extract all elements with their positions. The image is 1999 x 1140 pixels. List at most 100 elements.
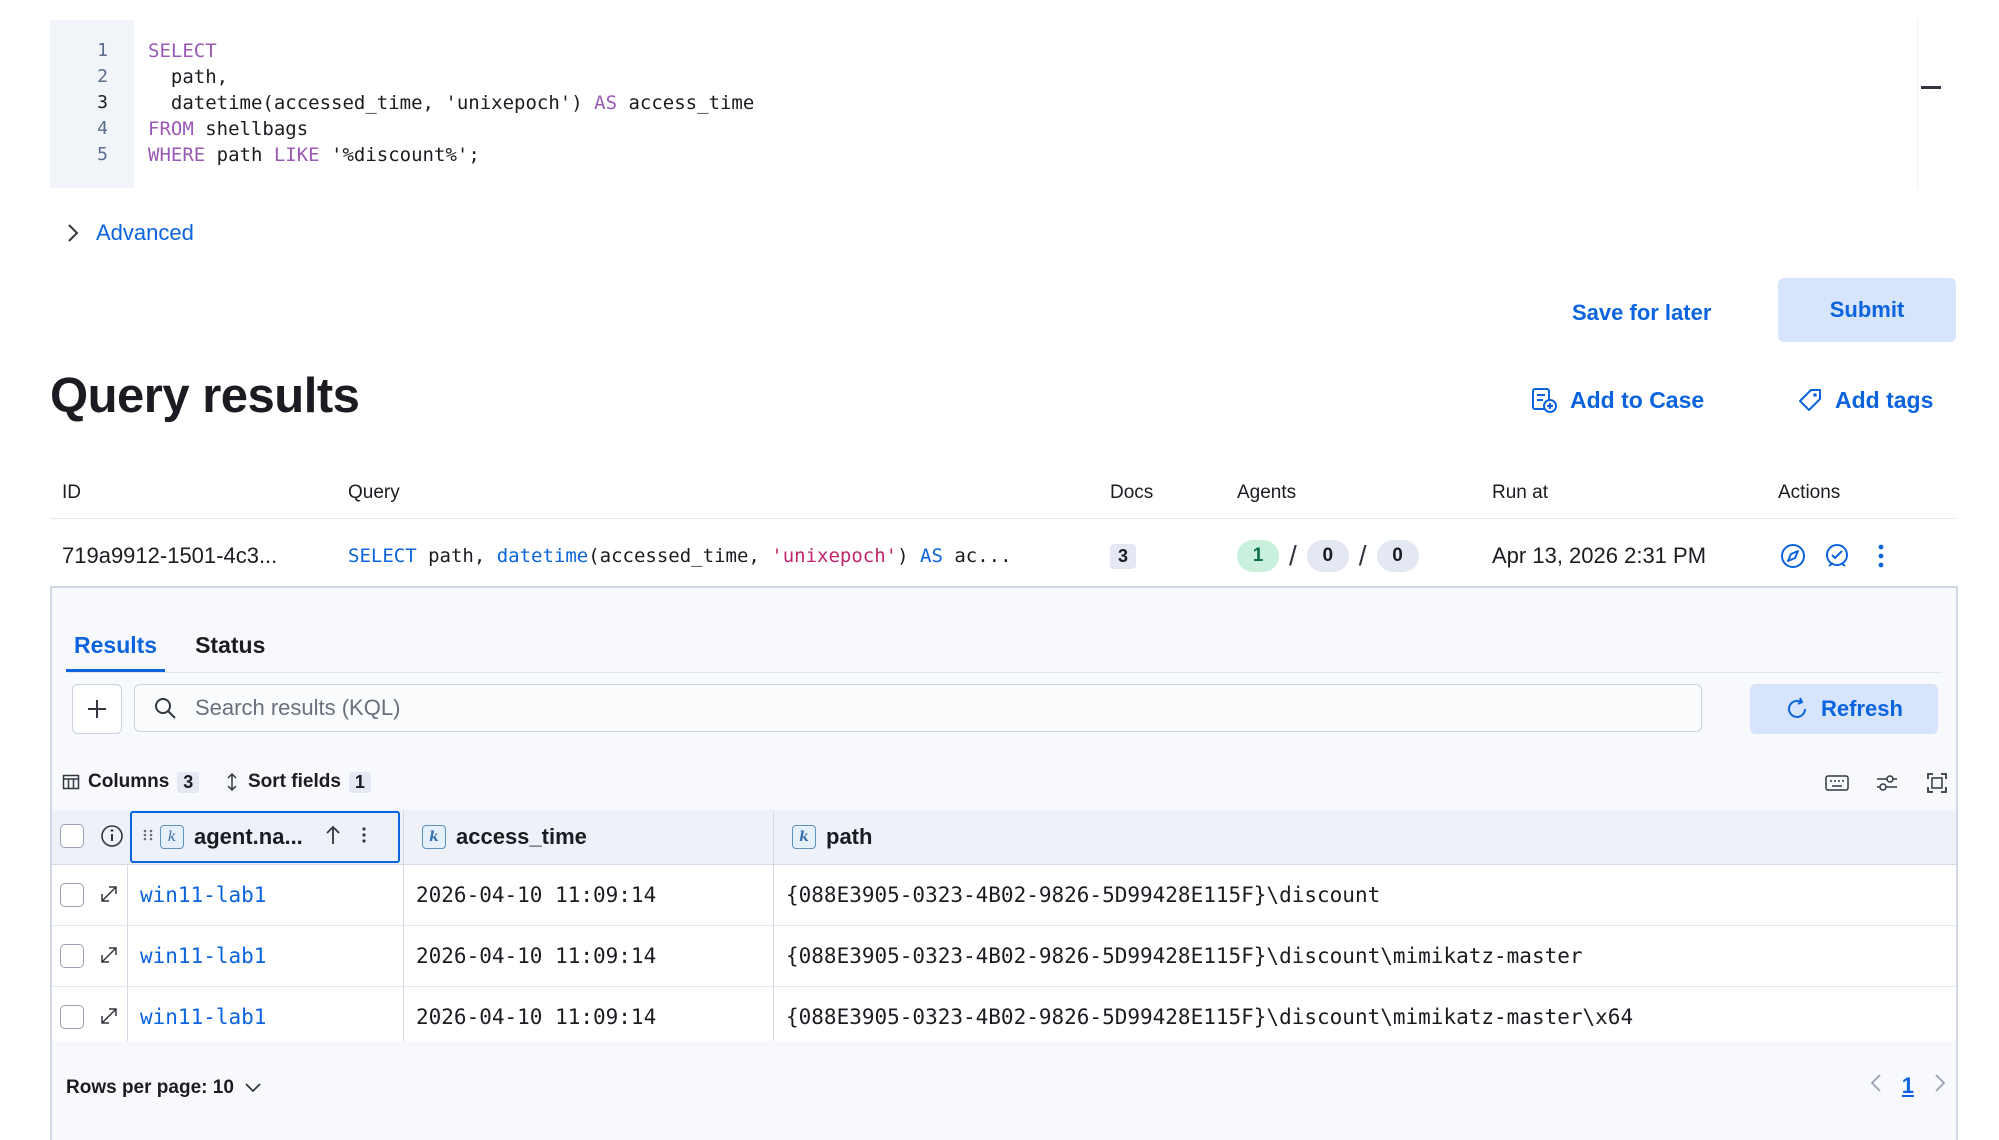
lens-icon[interactable]: [1822, 541, 1852, 571]
path-value: {088E3905-0323-4B02-9826-5D99428E115F}\d…: [786, 883, 1381, 907]
code-text: access_time: [617, 92, 755, 114]
search-bar[interactable]: [134, 684, 1702, 732]
rows-per-page-select[interactable]: Rows per page: 10: [66, 1077, 262, 1099]
tab-status[interactable]: Status: [187, 618, 273, 672]
search-input[interactable]: [193, 694, 1597, 722]
chevron-left-icon[interactable]: [1870, 1073, 1882, 1099]
column-header-path[interactable]: k path: [792, 810, 872, 864]
code-text: datetime(accessed_time, 'unixepoch'): [148, 92, 595, 114]
column-divider: [403, 865, 404, 925]
expand-icon[interactable]: [98, 944, 120, 971]
access-time-value: 2026-04-10 11:09:14: [416, 1005, 657, 1029]
row-checkbox[interactable]: [60, 1005, 84, 1029]
column-divider: [773, 926, 774, 986]
add-tags-button[interactable]: Add tags: [1797, 382, 1933, 418]
grid-toolbar: Columns 3 Sort fields 1: [62, 764, 1948, 800]
info-icon[interactable]: [100, 824, 124, 853]
column-actions-icon[interactable]: [361, 826, 367, 849]
sql-string: 'unixepoch': [771, 545, 898, 567]
separator: /: [1358, 540, 1367, 571]
submit-button[interactable]: Submit: [1778, 278, 1956, 342]
expand-icon[interactable]: [98, 883, 120, 910]
line-number: 1: [97, 40, 108, 61]
code-line-1[interactable]: SELECT: [148, 40, 217, 62]
table-row[interactable]: win11-lab1 2026-04-10 11:09:14 {088E3905…: [52, 926, 1956, 987]
discover-icon[interactable]: [1778, 541, 1808, 571]
rows-per-page-label: Rows per page: 10: [66, 1077, 234, 1098]
code-line-5[interactable]: WHERE path LIKE '%discount%';: [148, 144, 480, 166]
path-value: {088E3905-0323-4B02-9826-5D99428E115F}\d…: [786, 944, 1583, 968]
sort-fields-button[interactable]: Sort fields 1: [224, 764, 371, 800]
column-divider: [403, 987, 404, 1047]
sql-keyword: AS: [594, 92, 618, 114]
divider: [50, 518, 1956, 519]
select-all-checkbox[interactable]: [60, 824, 84, 848]
sort-fields-label: Sort fields: [248, 771, 341, 792]
tab-results[interactable]: Results: [66, 618, 166, 672]
separator: /: [1289, 540, 1297, 571]
display-settings-icon[interactable]: [1872, 768, 1902, 798]
column-header-access-time[interactable]: k access_time: [422, 810, 587, 864]
agent-name-link[interactable]: win11-lab1: [140, 987, 266, 1047]
advanced-toggle[interactable]: Advanced: [58, 218, 194, 248]
page-number[interactable]: 1: [1902, 1073, 1914, 1099]
row-checkbox[interactable]: [60, 944, 84, 968]
columns-icon: [62, 774, 80, 790]
keyword-field-icon: k: [422, 825, 446, 849]
line-number: 3: [97, 92, 108, 113]
access-time-value: 2026-04-10 11:09:14: [416, 944, 657, 968]
add-to-case-button[interactable]: Add to Case: [1530, 382, 1704, 418]
editor-scrollbar[interactable]: [1917, 20, 1941, 188]
save-for-later-button[interactable]: Save for later: [1572, 293, 1711, 333]
sql-keyword: LIKE: [273, 144, 320, 166]
more-vertical-icon[interactable]: [1866, 541, 1896, 571]
drag-handle-icon[interactable]: [142, 828, 154, 847]
code-line-2[interactable]: path,: [148, 66, 228, 88]
column-header-id: ID: [62, 482, 81, 503]
fullscreen-icon[interactable]: [1922, 768, 1952, 798]
code-text: path: [205, 144, 274, 166]
docs-count-badge: 3: [1110, 543, 1137, 569]
line-number: 5: [97, 144, 108, 165]
sort-count-badge: 1: [348, 771, 371, 793]
code-line-3[interactable]: datetime(accessed_time, 'unixepoch') AS …: [148, 92, 754, 114]
query-preview: SELECT path, datetime (accessed_time, 'un…: [348, 540, 1012, 572]
columns-button[interactable]: Columns 3: [62, 764, 200, 800]
code-line-4[interactable]: FROM shellbags: [148, 118, 308, 140]
query-id: 719a9912-1501-4c3...: [62, 543, 278, 568]
chevron-down-icon: [245, 1083, 261, 1093]
scrollbar-thumb[interactable]: [1921, 86, 1941, 89]
add-filter-button[interactable]: [72, 684, 122, 734]
sql-keyword: AS: [920, 545, 943, 567]
code-text: ac...: [942, 545, 1012, 567]
add-to-case-icon: [1532, 388, 1557, 413]
column-header-run-at: Run at: [1492, 482, 1548, 503]
grid-header-row: k agent.na... k access_time k path: [52, 810, 1956, 865]
sql-keyword: SELECT: [148, 40, 217, 62]
column-divider: [127, 926, 128, 986]
code-editor[interactable]: 1 2 3 4 5 SELECT path, datetime(accessed…: [50, 20, 1941, 188]
column-label: path: [826, 824, 873, 849]
keyboard-icon[interactable]: [1822, 768, 1852, 798]
table-row[interactable]: win11-lab1 2026-04-10 11:09:14 {088E3905…: [52, 865, 1956, 926]
agent-name-link[interactable]: win11-lab1: [140, 926, 266, 986]
run-at: Apr 13, 2026 2:31 PM: [1492, 543, 1707, 568]
agents-cell: 1 / 0 / 0: [1237, 540, 1419, 572]
column-divider: [403, 926, 404, 986]
column-header-agent-name[interactable]: k agent.na...: [130, 811, 400, 863]
chevron-right-icon[interactable]: [1934, 1073, 1946, 1099]
keyword-field-icon: k: [792, 825, 816, 849]
agent-name-link[interactable]: win11-lab1: [140, 865, 266, 925]
sql-keyword: FROM: [148, 118, 194, 140]
refresh-label: Refresh: [1821, 696, 1903, 721]
code-text: shellbags: [193, 118, 309, 140]
column-divider: [127, 987, 128, 1047]
table-row[interactable]: win11-lab1 2026-04-10 11:09:14 {088E3905…: [52, 987, 1956, 1048]
row-checkbox[interactable]: [60, 883, 84, 907]
grid-footer: Rows per page: 10 1: [52, 1041, 1956, 1140]
expand-icon[interactable]: [98, 1005, 120, 1032]
line-number: 4: [97, 118, 108, 139]
sql-keyword: SELECT: [348, 545, 417, 567]
sort-ascending-icon[interactable]: [325, 824, 341, 851]
refresh-button[interactable]: Refresh: [1750, 684, 1938, 734]
